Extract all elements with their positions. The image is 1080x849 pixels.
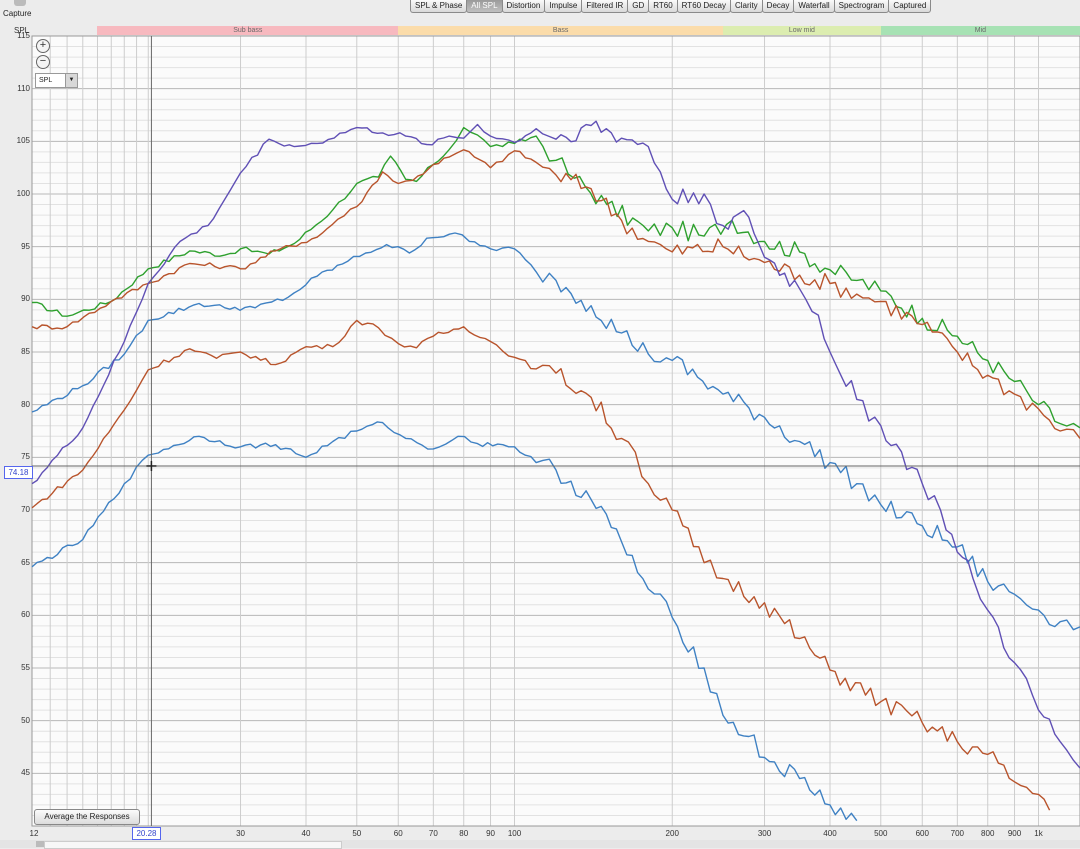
average-responses-button[interactable]: Average the Responses	[34, 809, 140, 825]
zoom-out-icon[interactable]: −	[36, 55, 50, 69]
spl-chart[interactable]	[0, 0, 1080, 848]
spl-select[interactable]: SPL ▼	[35, 73, 78, 88]
chevron-down-icon: ▼	[65, 74, 77, 87]
zoom-in-icon[interactable]: +	[36, 39, 50, 53]
spl-select-value: SPL	[39, 77, 53, 84]
horizontal-scrollbar[interactable]	[0, 840, 1080, 849]
cursor-y-readout: 74.18	[4, 466, 33, 479]
plot-area	[32, 36, 1080, 826]
cursor-x-readout: 20.28	[132, 827, 161, 840]
scroll-left-icon[interactable]	[36, 841, 44, 847]
